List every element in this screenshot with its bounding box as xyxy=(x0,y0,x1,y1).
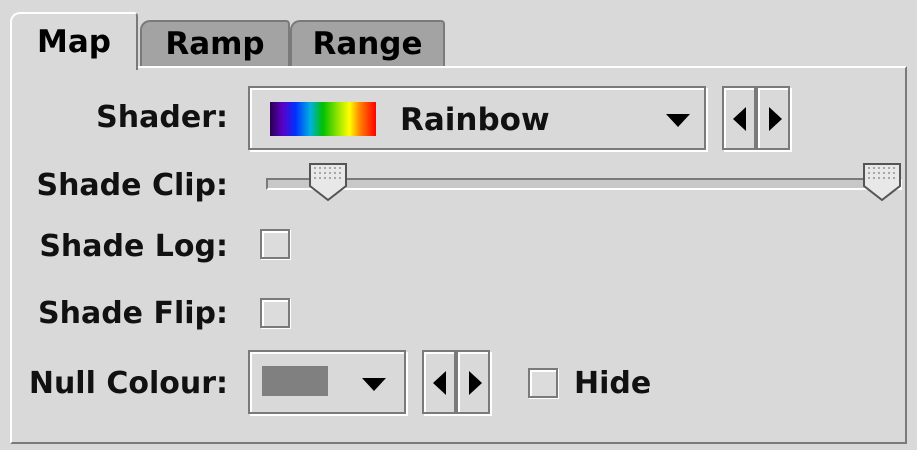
shade-clip-slider[interactable] xyxy=(264,162,906,212)
slider-min-thumb[interactable] xyxy=(308,162,348,202)
shade-clip-label: Shade Clip: xyxy=(36,168,228,203)
shade-flip-label: Shade Flip: xyxy=(37,296,228,331)
shader-value: Rainbow xyxy=(400,102,550,138)
shade-log-label: Shade Log: xyxy=(39,229,228,264)
null-colour-label: Null Colour: xyxy=(28,366,228,401)
null-colour-combo[interactable] xyxy=(248,350,406,414)
triangle-left-icon xyxy=(733,107,746,131)
chevron-down-icon xyxy=(362,378,386,391)
shader-next-button[interactable] xyxy=(756,86,790,150)
slider-max-thumb[interactable] xyxy=(862,162,902,202)
hide-label: Hide xyxy=(574,366,652,401)
null-colour-swatch xyxy=(262,366,328,396)
shader-label: Shader: xyxy=(96,100,228,135)
shader-combo[interactable]: Rainbow xyxy=(248,86,706,150)
triangle-right-icon xyxy=(469,371,482,395)
tab-range[interactable]: Range xyxy=(290,20,445,66)
shader-prev-button[interactable] xyxy=(722,86,756,150)
null-colour-next-button[interactable] xyxy=(456,350,490,414)
slider-track xyxy=(266,178,902,190)
shade-log-checkbox[interactable] xyxy=(260,229,290,259)
tab-ramp[interactable]: Ramp xyxy=(140,20,290,66)
chevron-down-icon xyxy=(666,114,690,127)
triangle-left-icon xyxy=(433,371,446,395)
hide-checkbox[interactable] xyxy=(528,368,558,398)
tab-map[interactable]: Map xyxy=(10,12,138,70)
triangle-right-icon xyxy=(769,107,782,131)
rainbow-swatch xyxy=(270,102,376,136)
null-colour-prev-button[interactable] xyxy=(422,350,456,414)
shade-flip-checkbox[interactable] xyxy=(260,298,290,328)
